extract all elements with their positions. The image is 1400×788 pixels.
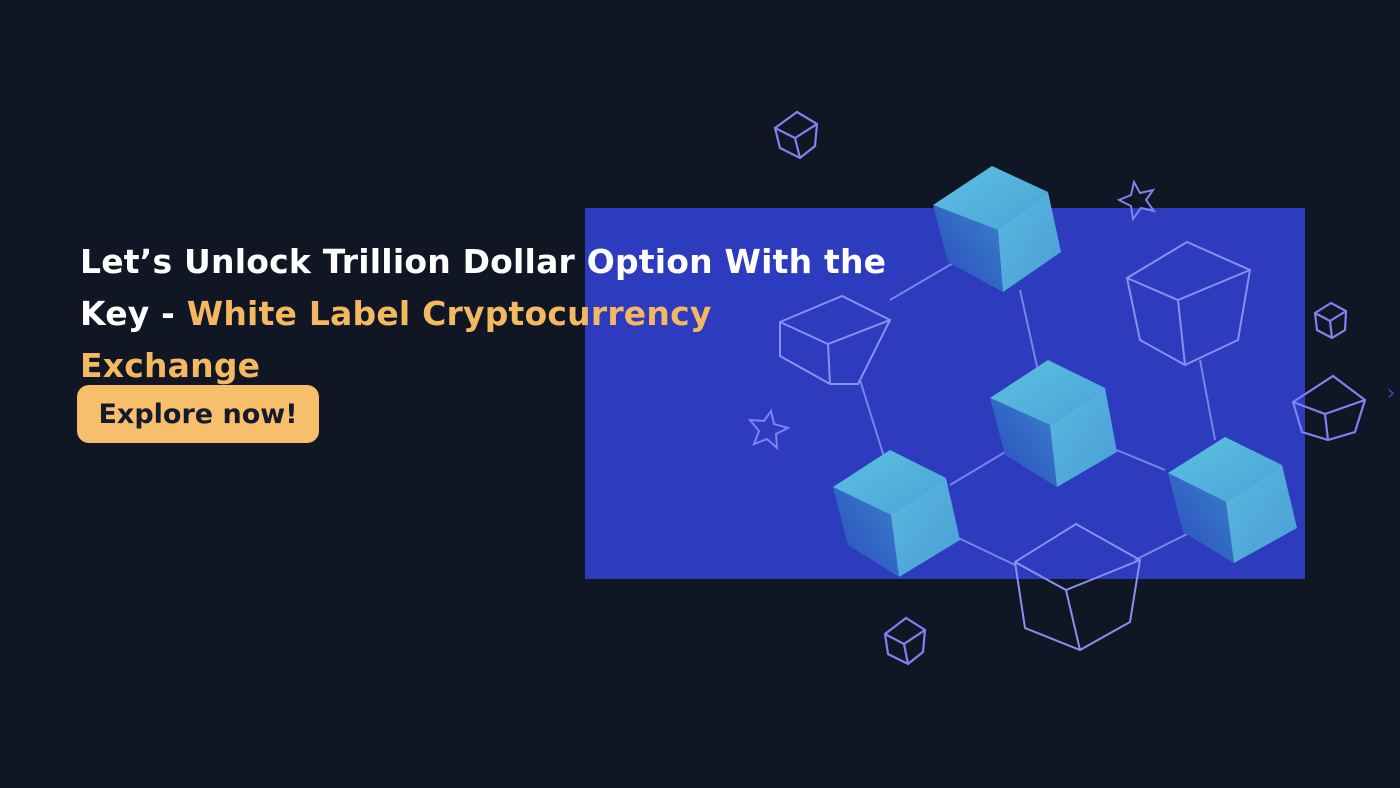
hero-banner: Let’s Unlock Trillion Dollar Option With…	[0, 0, 1400, 788]
cube-icon	[883, 616, 927, 666]
star-icon	[747, 408, 791, 451]
cube-icon	[1168, 437, 1297, 563]
headline-line-2-prefix: Key -	[80, 294, 187, 333]
cube-icon	[773, 110, 819, 160]
cube-icon	[1013, 522, 1142, 652]
cube-icon	[833, 450, 960, 577]
cube-icon	[990, 360, 1117, 487]
cube-icon	[933, 166, 1061, 292]
chevron-right-icon[interactable]: ›	[1383, 382, 1399, 406]
explore-now-button[interactable]: Explore now!	[77, 385, 319, 443]
cube-icon	[1313, 301, 1348, 340]
hero-headline: Let’s Unlock Trillion Dollar Option With…	[80, 236, 900, 392]
cube-icon	[1291, 374, 1367, 442]
cube-icon	[1125, 240, 1252, 367]
star-icon	[1116, 179, 1157, 222]
headline-line-1: Let’s Unlock Trillion Dollar Option With…	[80, 242, 887, 281]
